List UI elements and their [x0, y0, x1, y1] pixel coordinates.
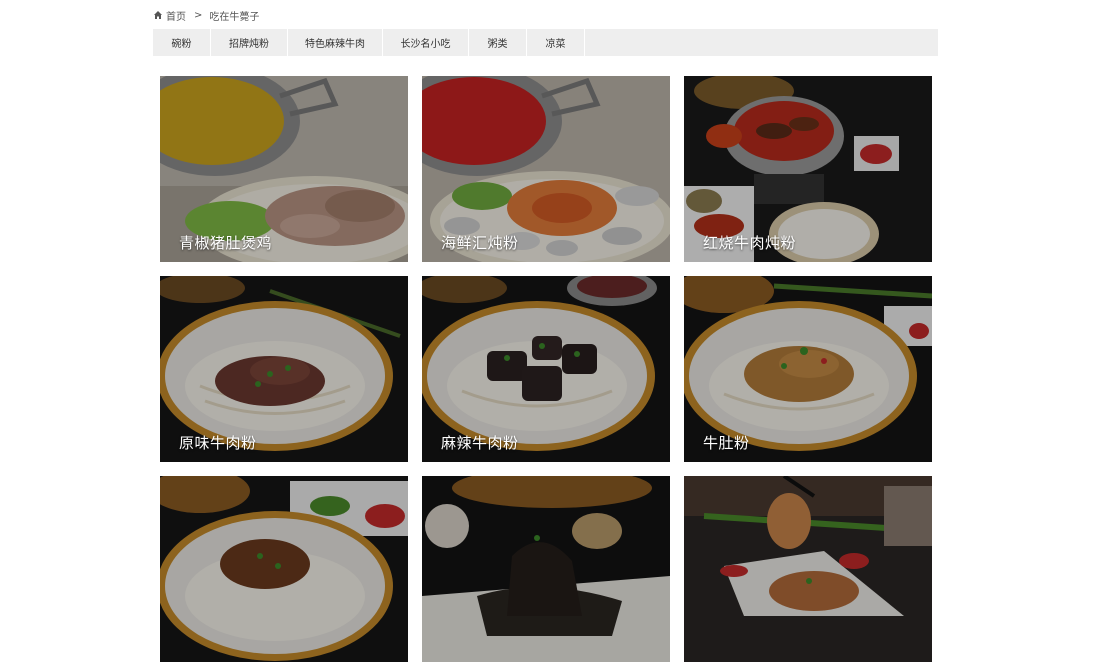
dish-grid: 青椒猪肚煲鸡 海鲜汇炖粉 红烧牛肉炖粉 原味牛肉粉 麻辣牛肉粉 牛肚粉	[160, 76, 932, 662]
dish-card[interactable]	[422, 476, 670, 662]
image-overlay	[422, 476, 670, 662]
dish-name: 海鲜汇炖粉	[441, 234, 519, 252]
tab-congee[interactable]: 粥类	[469, 29, 527, 56]
home-icon	[154, 11, 162, 19]
dish-name: 红烧牛肉炖粉	[703, 234, 797, 252]
dish-card[interactable]	[684, 476, 932, 662]
tab-spicy-beef[interactable]: 特色麻辣牛肉	[288, 29, 383, 56]
breadcrumb-separator: >	[194, 9, 203, 21]
tab-cold-dishes[interactable]: 凉菜	[527, 29, 585, 56]
image-overlay	[160, 476, 408, 662]
dish-card[interactable]: 原味牛肉粉	[160, 276, 408, 462]
dish-card[interactable]: 牛肚粉	[684, 276, 932, 462]
dish-card[interactable]: 海鲜汇炖粉	[422, 76, 670, 262]
dish-card[interactable]: 青椒猪肚煲鸡	[160, 76, 408, 262]
category-tabs: 碗粉 招牌炖粉 特色麻辣牛肉 长沙名小吃 粥类 凉菜	[153, 29, 938, 56]
dish-name: 麻辣牛肉粉	[441, 434, 519, 452]
dish-card[interactable]: 红烧牛肉炖粉	[684, 76, 932, 262]
dish-name: 青椒猪肚煲鸡	[179, 234, 273, 252]
breadcrumb-home-link[interactable]: 首页	[166, 8, 186, 23]
dish-name: 原味牛肉粉	[179, 434, 257, 452]
dish-card[interactable]: 麻辣牛肉粉	[422, 276, 670, 462]
breadcrumb: 首页 > 吃在牛薨子	[153, 8, 260, 23]
dish-name: 牛肚粉	[703, 434, 750, 452]
tab-changsha-snacks[interactable]: 长沙名小吃	[383, 29, 469, 56]
breadcrumb-current: 吃在牛薨子	[209, 11, 260, 23]
tab-signature-stew-noodles[interactable]: 招牌炖粉	[211, 29, 288, 56]
tab-bowl-noodles[interactable]: 碗粉	[153, 29, 211, 56]
dish-card[interactable]	[160, 476, 408, 662]
image-overlay	[684, 476, 932, 662]
